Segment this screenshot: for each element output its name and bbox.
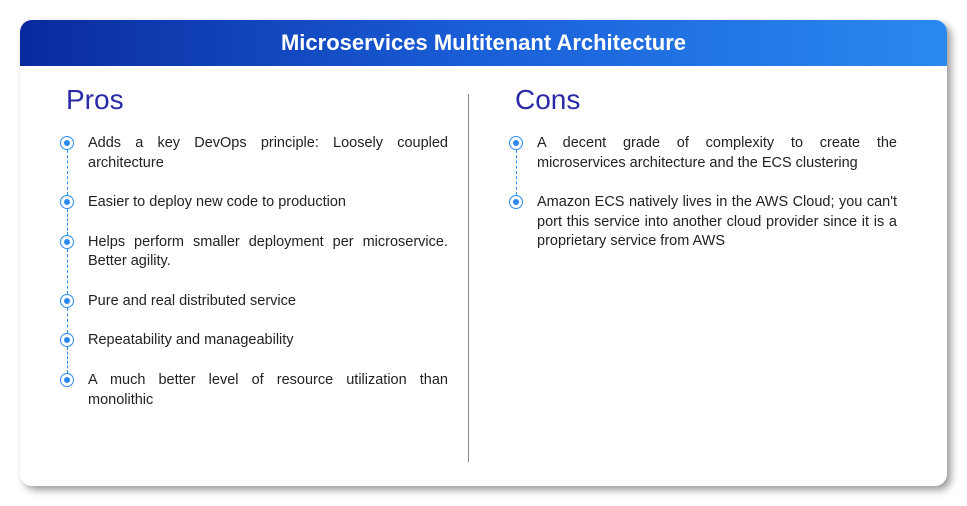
item-text: A much better level of resource utilizat… [88,372,448,408]
bullet-icon [60,333,74,347]
card-title: Microservices Multitenant Architecture [281,30,686,55]
bullet-icon [60,294,74,308]
item-text: Pure and real distributed service [88,293,296,309]
connector-line [67,209,68,235]
item-text: Helps perform smaller deployment per mic… [88,234,448,270]
bullet-icon [60,235,74,249]
bullet-icon [509,136,523,150]
connector-line [67,150,68,195]
bullet-icon [509,195,523,209]
list-item: Helps perform smaller deployment per mic… [60,233,448,272]
connector-line [67,249,68,294]
connector-line [516,150,517,195]
bullet-icon [60,195,74,209]
item-text: Easier to deploy new code to production [88,194,346,210]
pros-title: Pros [66,84,448,116]
bullet-icon [60,136,74,150]
cons-list: A decent grade of complexity to create t… [509,134,897,252]
pros-column: Pros Adds a key DevOps principle: Loosel… [50,84,468,462]
card-header: Microservices Multitenant Architecture [20,20,947,66]
item-text: Amazon ECS natively lives in the AWS Clo… [537,194,897,249]
bullet-icon [60,373,74,387]
list-item: Easier to deploy new code to production [60,193,448,213]
list-item: A decent grade of complexity to create t… [509,134,897,173]
list-item: Adds a key DevOps principle: Loosely cou… [60,134,448,173]
pros-cons-card: Microservices Multitenant Architecture P… [20,20,947,486]
list-item: Amazon ECS natively lives in the AWS Clo… [509,193,897,252]
cons-title: Cons [515,84,897,116]
list-item: Pure and real distributed service [60,292,448,312]
item-text: Repeatability and manageability [88,332,294,348]
card-body: Pros Adds a key DevOps principle: Loosel… [20,66,947,486]
item-text: Adds a key DevOps principle: Loosely cou… [88,135,448,171]
pros-list: Adds a key DevOps principle: Loosely cou… [60,134,448,410]
connector-line [67,347,68,373]
list-item: Repeatability and manageability [60,331,448,351]
list-item: A much better level of resource utilizat… [60,371,448,410]
item-text: A decent grade of complexity to create t… [537,135,897,171]
cons-column: Cons A decent grade of complexity to cre… [469,84,917,462]
connector-line [67,308,68,334]
